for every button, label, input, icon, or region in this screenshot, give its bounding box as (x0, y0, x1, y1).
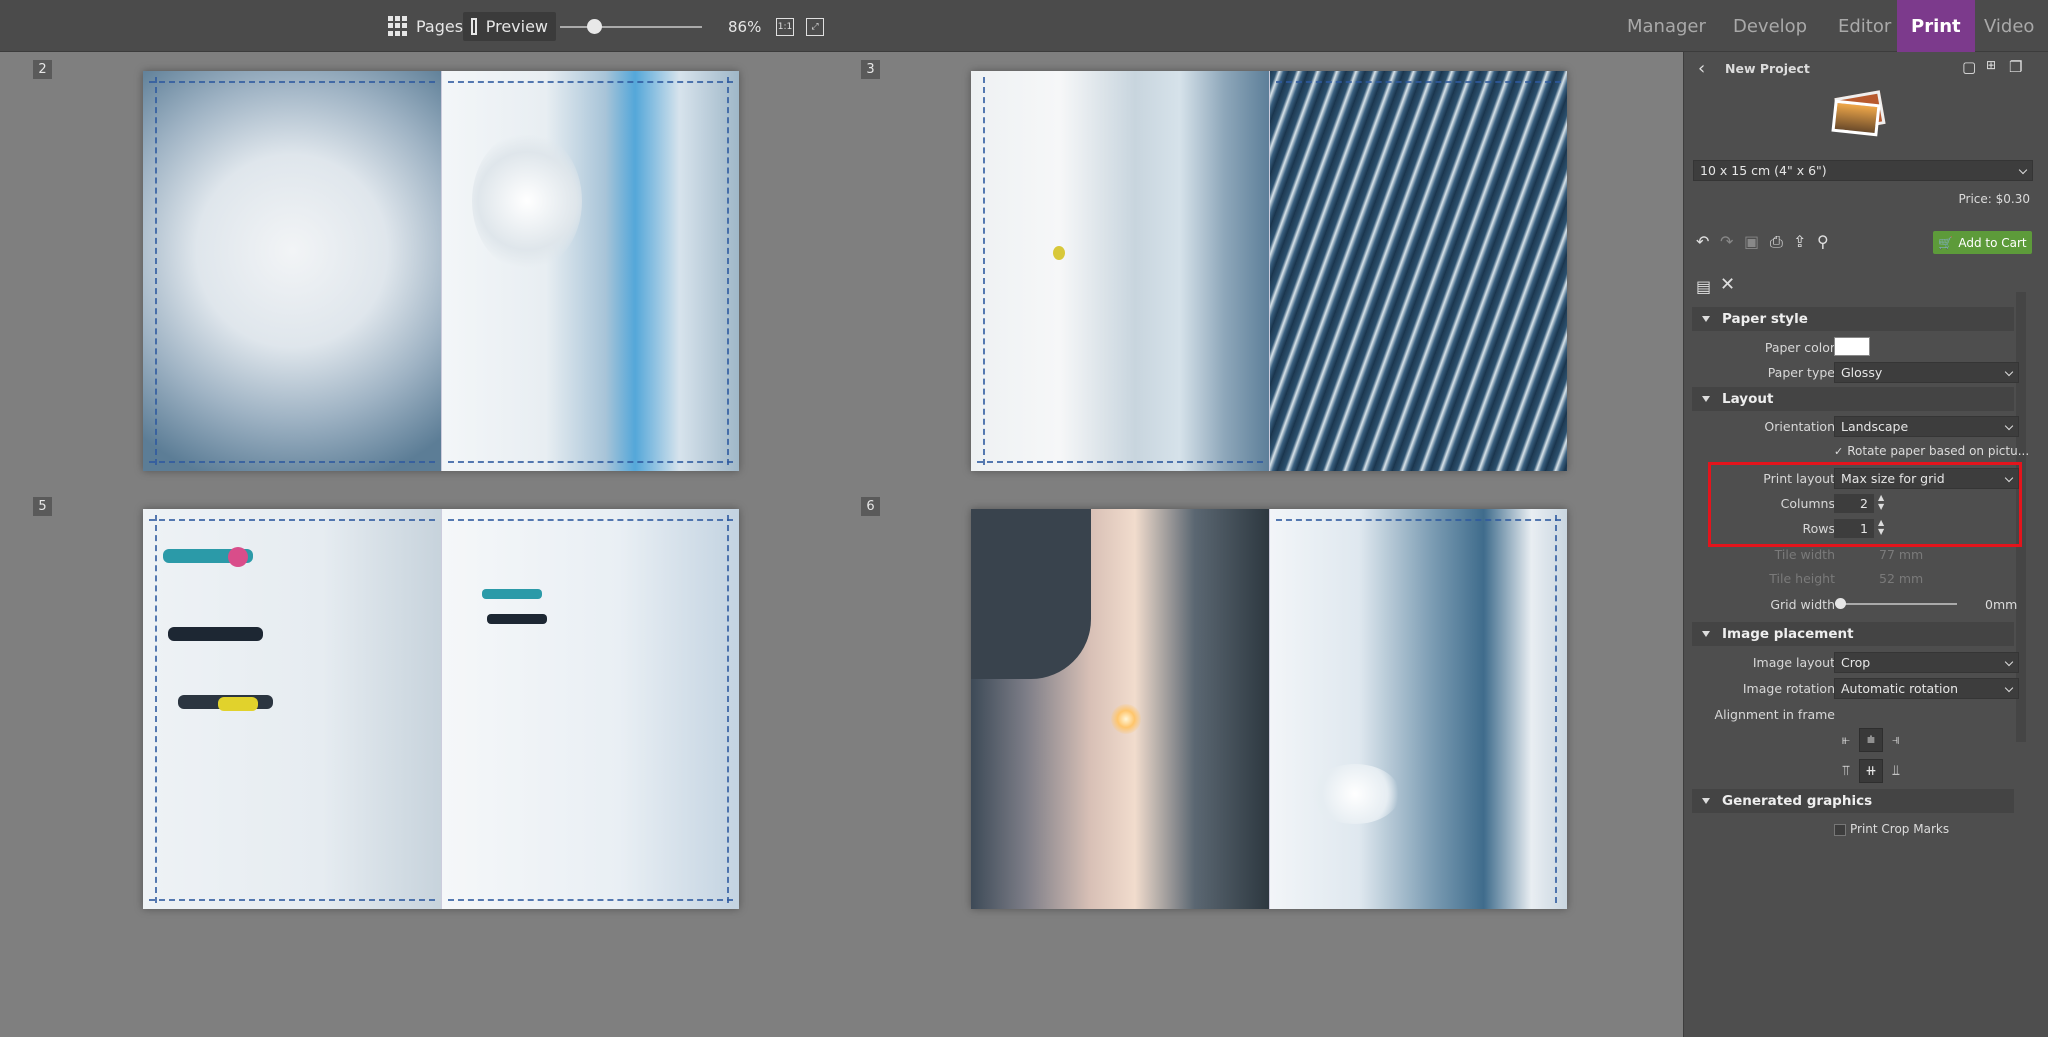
tile-width-label: Tile width (1774, 547, 1835, 562)
collapse-triangle-icon (1702, 396, 1710, 402)
rows-stepper-arrows[interactable]: ▲ ▼ (1878, 518, 1886, 536)
align-top-right-icon[interactable]: ⫣ (1884, 728, 1908, 752)
export-icon[interactable]: ⇪ (1793, 232, 1806, 251)
photo-frosted-trees[interactable] (440, 71, 739, 471)
actual-size-button[interactable]: 1:1 (776, 18, 794, 36)
collapse-triangle-icon (1702, 631, 1710, 637)
align-bottom-icon[interactable]: ⫫ (1884, 759, 1908, 783)
rotate-paper-checkbox[interactable]: ✓ Rotate paper based on pictu... (1834, 444, 2029, 458)
grid-width-slider-handle[interactable] (1835, 598, 1846, 609)
grid-width-value: 0mm (1985, 597, 2018, 612)
save-icon[interactable]: ▣ (1744, 232, 1759, 251)
tile-height-label: Tile height (1769, 571, 1835, 586)
expand-icon: ⤢ (811, 22, 819, 32)
align-center-icon[interactable]: ⧺ (1859, 759, 1883, 783)
pages-label: Pages (416, 16, 464, 36)
paper-color-label: Paper color (1764, 340, 1835, 355)
print-crop-marks-checkbox[interactable] (1834, 824, 1846, 836)
photo-snowy-valley[interactable] (1268, 509, 1567, 909)
rows-label: Rows (1802, 521, 1835, 536)
photo-hikers[interactable] (143, 509, 441, 909)
print-page[interactable] (143, 71, 739, 471)
collapse-triangle-icon (1702, 798, 1710, 804)
grid-icon (388, 16, 408, 36)
print-crop-marks-label: Print Crop Marks (1850, 822, 1950, 836)
pages-button[interactable]: Pages (388, 0, 463, 52)
template-icon[interactable]: ⊞ (1986, 58, 1996, 72)
price-label: Price: $0.30 (1958, 192, 2030, 206)
printer-icon[interactable]: ⎙ (1770, 232, 1783, 252)
paper-size-select[interactable]: 10 x 15 cm (4" x 6") (1693, 160, 2033, 181)
print-layout-select[interactable]: Max size for grid (1834, 468, 2019, 489)
rows-stepper[interactable]: 1 (1834, 519, 1874, 538)
page-number: 3 (861, 60, 880, 79)
print-layout-label: Print layout (1763, 471, 1835, 486)
grid-width-label: Grid width (1770, 597, 1835, 612)
checkmark-icon: ✓ (1834, 444, 1844, 458)
image-layout-select[interactable]: Crop (1834, 652, 2019, 673)
back-arrow-icon[interactable]: ‹ (1698, 58, 1705, 79)
tab-develop[interactable]: Develop (1733, 0, 1807, 52)
image-layout-label: Image layout (1752, 655, 1835, 670)
tab-print[interactable]: Print (1897, 0, 1975, 52)
columns-stepper[interactable]: 2 (1834, 494, 1874, 513)
redo-icon[interactable]: ↷ (1720, 232, 1733, 251)
share-icon[interactable]: ⚲ (1817, 232, 1829, 251)
orientation-label: Orientation (1764, 419, 1835, 434)
zoom-slider[interactable] (560, 26, 702, 28)
copy-icon[interactable]: ❐ (2009, 58, 2022, 76)
cart-icon: 🛒 (1938, 235, 1954, 250)
zoom-level: 86% (728, 18, 762, 36)
photo-snowy-forest[interactable] (1268, 71, 1567, 471)
paper-color-swatch[interactable] (1834, 337, 1870, 356)
top-toolbar: Pages Preview 86% 1:1 ⤢ Manager Develop … (0, 0, 2048, 52)
section-generated-graphics[interactable]: Generated graphics (1692, 789, 2014, 813)
project-title: New Project (1725, 61, 1810, 76)
columns-stepper-arrows[interactable]: ▲ ▼ (1878, 493, 1886, 511)
print-page[interactable] (143, 509, 739, 909)
add-to-cart-label: Add to Cart (1958, 235, 2027, 250)
image-rotation-select[interactable]: Automatic rotation (1834, 678, 2019, 699)
zoom-slider-handle[interactable] (587, 19, 602, 34)
align-top-center-icon[interactable]: ⩧ (1859, 728, 1883, 752)
tile-width-value: 77 mm (1879, 547, 1924, 562)
image-icon (471, 18, 477, 35)
tab-editor[interactable]: Editor (1838, 0, 1891, 52)
section-image-placement[interactable]: Image placement (1692, 622, 2014, 646)
undo-icon[interactable]: ↶ (1696, 232, 1709, 251)
new-document-icon[interactable]: ▢ (1962, 58, 1976, 76)
alignment-label: Alignment in frame (1714, 707, 1835, 722)
page-number: 6 (861, 497, 880, 516)
close-icon[interactable]: ✕ (1720, 274, 1735, 295)
collapse-triangle-icon (1702, 316, 1710, 322)
orientation-select[interactable]: Landscape (1834, 416, 2019, 437)
print-settings-panel: ‹ New Project ▢ ⊞ ❐ 10 x 15 cm (4" x 6")… (1683, 52, 2048, 1037)
tab-manager[interactable]: Manager (1627, 0, 1706, 52)
add-to-cart-button[interactable]: 🛒 Add to Cart (1933, 231, 2032, 254)
tile-height-value: 52 mm (1879, 571, 1924, 586)
photo-hand-sunset[interactable] (971, 509, 1269, 909)
paper-type-label: Paper type (1767, 365, 1835, 380)
photo-clouds[interactable] (143, 71, 441, 471)
photo-stack-icon (1831, 90, 1889, 138)
folder-icon[interactable]: ▤ (1696, 277, 1711, 296)
image-rotation-label: Image rotation (1742, 681, 1835, 696)
align-top-left-icon[interactable]: ⫦ (1834, 728, 1858, 752)
photo-snowy-hill[interactable] (971, 71, 1269, 471)
section-paper-style[interactable]: Paper style (1692, 307, 2014, 331)
page-number: 5 (33, 497, 52, 516)
fit-to-screen-button[interactable]: ⤢ (806, 18, 824, 36)
grid-width-slider[interactable] (1839, 603, 1957, 605)
tab-video[interactable]: Video (1984, 0, 2034, 52)
print-page[interactable] (971, 509, 1567, 909)
print-page[interactable] (971, 71, 1567, 471)
columns-label: Columns (1780, 496, 1835, 511)
page-number: 2 (33, 60, 52, 79)
preview-label: Preview (485, 17, 548, 36)
photo-snowfield[interactable] (440, 509, 739, 909)
paper-type-select[interactable]: Glossy (1834, 362, 2019, 383)
section-layout[interactable]: Layout (1692, 387, 2014, 411)
preview-button[interactable]: Preview (463, 12, 556, 41)
align-middle-left-icon[interactable]: ⫪ (1834, 759, 1858, 783)
